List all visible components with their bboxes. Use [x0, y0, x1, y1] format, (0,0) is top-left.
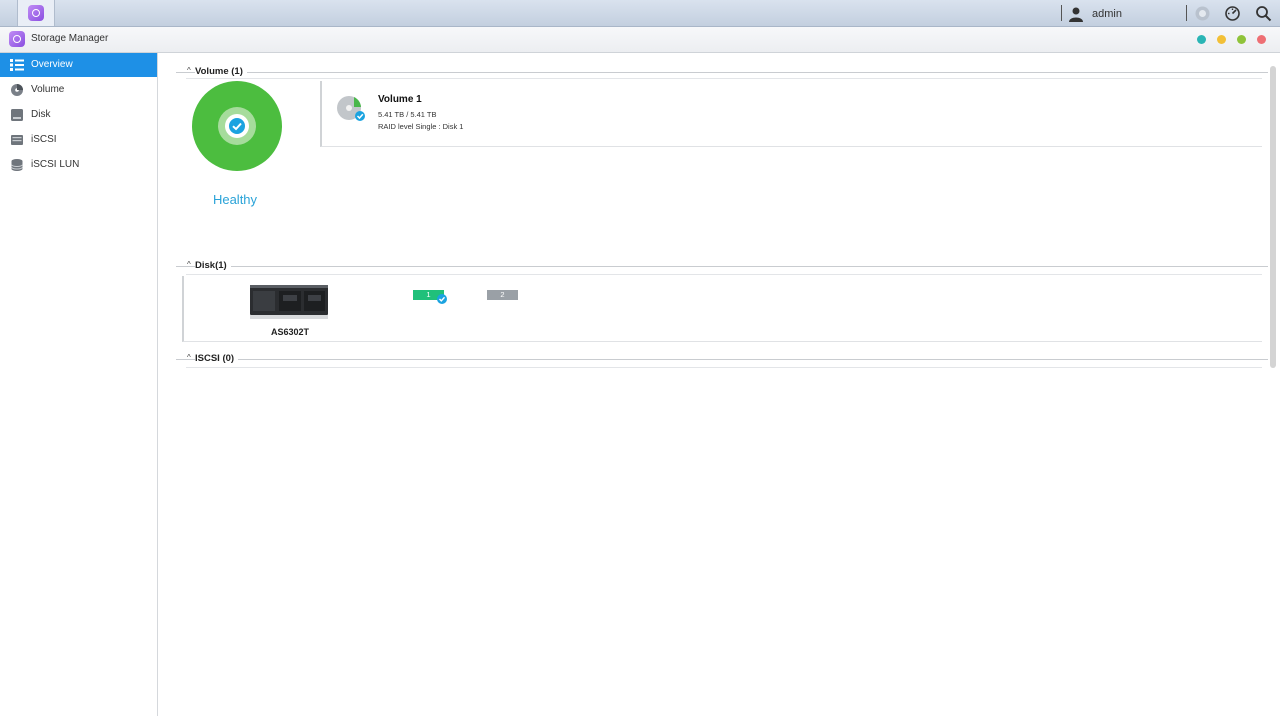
search-icon[interactable] [1255, 5, 1272, 22]
volume-capacity: 5.41 TB / 5.41 TB [378, 110, 437, 119]
collapse-caret-icon[interactable]: ^ [187, 353, 191, 362]
storage-manager-icon [9, 31, 25, 47]
taskbar-separator [1061, 5, 1062, 21]
window-control-red[interactable] [1257, 35, 1266, 44]
health-status-label: Healthy [212, 192, 258, 207]
taskbar-separator [1186, 5, 1187, 21]
section-divider [176, 266, 1268, 267]
collapse-caret-icon[interactable]: ^ [187, 66, 191, 75]
sidebar-item-label: Volume [31, 84, 65, 95]
sidebar-item-label: Overview [31, 59, 73, 70]
user-name: admin [1092, 8, 1122, 20]
sidebar-item-iscsi-lun[interactable]: iSCSI LUN [0, 153, 157, 177]
volume-status-icon [337, 96, 365, 121]
volume-card[interactable]: Volume 1 5.41 TB / 5.41 TB RAID level Si… [320, 81, 1262, 147]
sidebar-item-volume[interactable]: Volume [0, 78, 157, 102]
disk-card [182, 276, 1262, 342]
nas-device-image [250, 285, 328, 319]
volume-icon [11, 84, 23, 96]
vertical-scrollbar[interactable] [1270, 66, 1276, 368]
sidebar: Overview Volume Disk iSCSI iSCSI LUN [0, 53, 158, 716]
sidebar-item-overview[interactable]: Overview [0, 53, 157, 77]
sidebar-item-label: iSCSI LUN [31, 159, 80, 170]
disk-ok-check-icon [437, 294, 447, 304]
notification-icon[interactable] [1194, 5, 1211, 22]
window-control-yellow[interactable] [1217, 35, 1226, 44]
sidebar-item-disk[interactable]: Disk [0, 103, 157, 127]
disk-icon [11, 109, 23, 121]
sidebar-item-iscsi[interactable]: iSCSI [0, 128, 157, 152]
iscsi-lun-icon [11, 159, 23, 171]
iscsi-section-header[interactable]: ^ ISCSI (0) [176, 353, 1268, 367]
section-underline [186, 367, 1262, 368]
volume-section-title: Volume (1) [195, 66, 247, 77]
taskbar: admin [0, 0, 1280, 27]
iscsi-section-title: ISCSI (0) [195, 353, 239, 364]
user-icon [1069, 7, 1083, 22]
user-menu[interactable]: admin [1068, 4, 1122, 24]
health-status-ring [192, 81, 282, 171]
volume-name: Volume 1 [378, 94, 422, 105]
window-control-green[interactable] [1237, 35, 1246, 44]
nas-model-label: AS6302T [270, 327, 310, 337]
disk-section-header[interactable]: ^ Disk(1) [176, 260, 1268, 274]
iscsi-icon [11, 135, 23, 145]
disk-section-title: Disk(1) [195, 260, 231, 271]
sidebar-item-label: iSCSI [31, 134, 57, 145]
window-control-teal[interactable] [1197, 35, 1206, 44]
sidebar-item-label: Disk [31, 109, 51, 120]
list-icon [10, 59, 24, 71]
window-titlebar[interactable]: Storage Manager [0, 27, 1280, 53]
window-title: Storage Manager [31, 33, 109, 44]
settings-dial-icon[interactable] [1224, 5, 1241, 22]
section-divider [176, 359, 1268, 360]
main-content [158, 53, 1280, 716]
taskbar-app-storage-manager[interactable] [17, 0, 55, 26]
section-divider [176, 72, 1268, 73]
volume-raid-level: RAID level Single : Disk 1 [378, 122, 464, 131]
healthy-check-icon [229, 118, 245, 134]
section-underline [186, 274, 1262, 275]
disk-slot-2[interactable]: 2 [487, 290, 518, 300]
storage-manager-icon [28, 5, 44, 21]
collapse-caret-icon[interactable]: ^ [187, 260, 191, 269]
section-underline [186, 78, 1262, 79]
